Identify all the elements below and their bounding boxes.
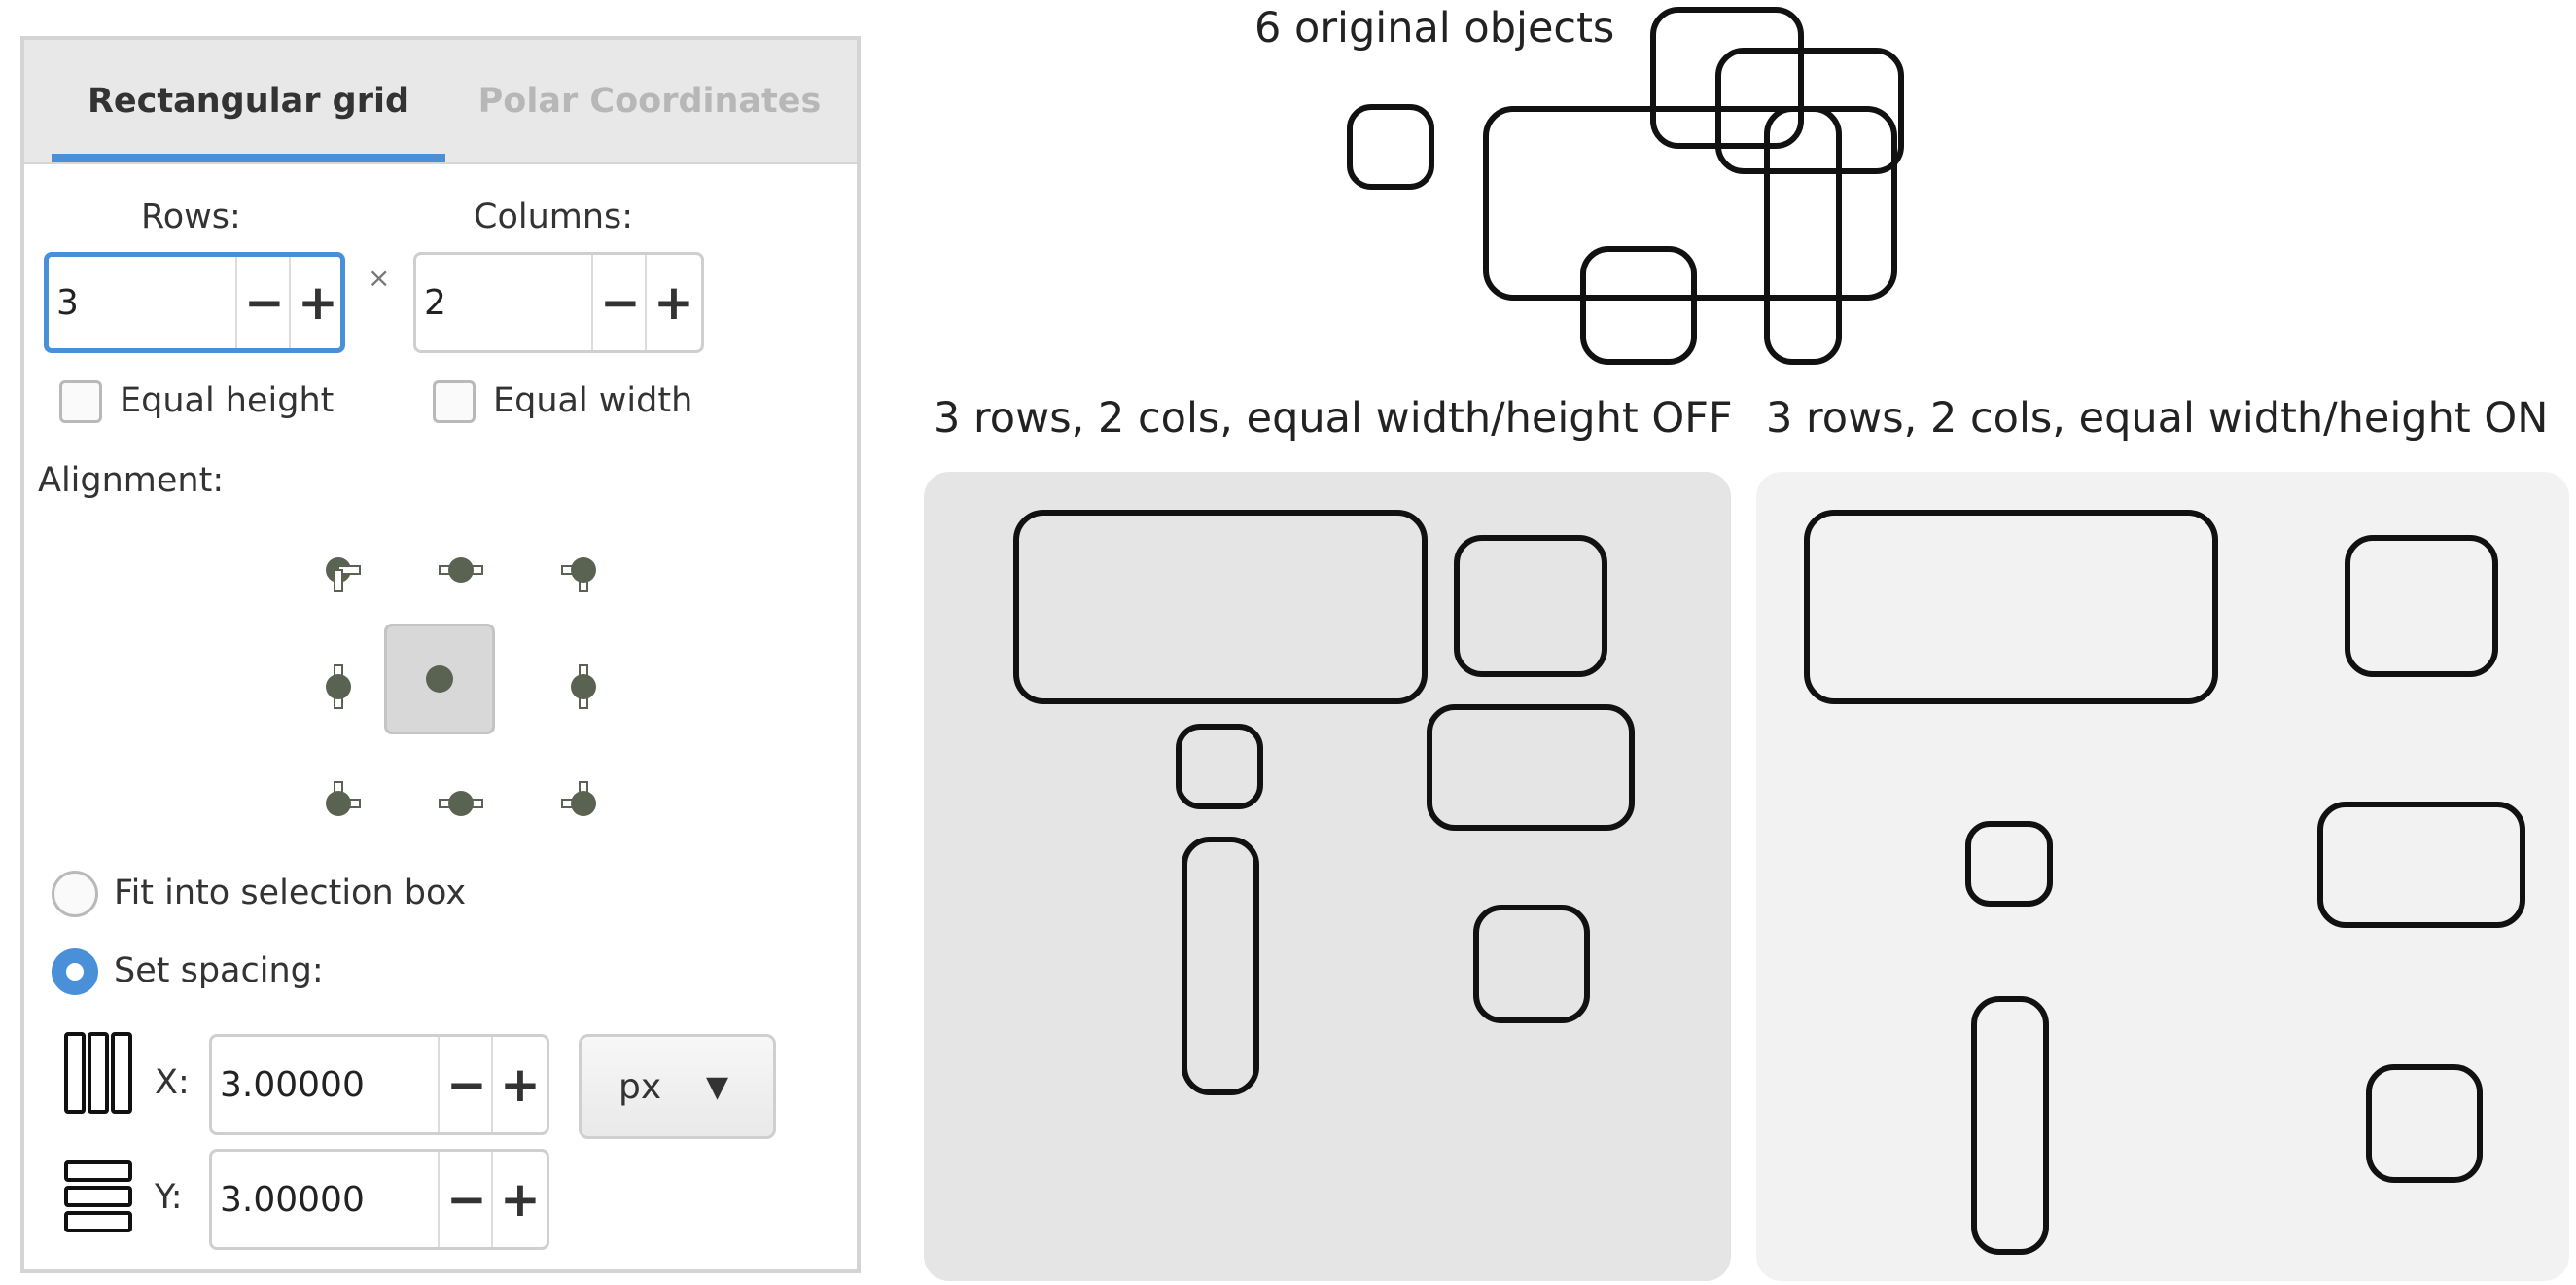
- align-middle-right-button[interactable]: [528, 631, 639, 742]
- unit-dropdown[interactable]: px ▼: [579, 1034, 776, 1139]
- grid-arrange-dialog: Rectangular grid Polar Coordinates Rows:…: [20, 36, 861, 1273]
- original-shape: [1580, 246, 1697, 365]
- align-bottom-center-button[interactable]: [406, 748, 516, 859]
- rows-increment-button[interactable]: +: [289, 257, 345, 348]
- original-shape: [1650, 7, 1804, 149]
- arranged-shape: [1454, 535, 1607, 677]
- x-spacing-label: X:: [155, 1063, 190, 1102]
- unit-value: px: [618, 1066, 662, 1107]
- times-sign: ×: [368, 262, 391, 294]
- arranged-shape: [1971, 996, 2049, 1255]
- align-center-icon: [426, 665, 453, 693]
- columns-decrement-button[interactable]: −: [591, 255, 648, 350]
- tab-polar-coordinates[interactable]: Polar Coordinates: [445, 40, 854, 162]
- align-top-left-button[interactable]: [283, 515, 394, 625]
- align-bottom-center-icon: [439, 791, 483, 816]
- equal-on-caption: 3 rows, 2 cols, equal width/height ON: [1766, 394, 2549, 443]
- align-bottom-right-icon: [561, 781, 596, 816]
- equal-on-drawing: [1804, 510, 2525, 1255]
- align-bottom-right-button[interactable]: [528, 748, 639, 859]
- equal-off-canvas: [924, 472, 1731, 1281]
- align-middle-left-button[interactable]: [283, 631, 394, 742]
- alignment-label: Alignment:: [38, 461, 225, 500]
- arranged-shape: [1182, 837, 1259, 1095]
- equal-off-caption: 3 rows, 2 cols, equal width/height OFF: [934, 394, 1733, 443]
- fit-selection-label: Fit into selection box: [114, 874, 467, 912]
- tab-rectangular-grid[interactable]: Rectangular grid: [52, 40, 445, 162]
- set-spacing-radio[interactable]: [52, 948, 98, 995]
- y-spacing-label: Y:: [155, 1178, 183, 1217]
- x-spacing-spinbox[interactable]: 3.00000 − +: [209, 1034, 549, 1135]
- rows-decrement-button[interactable]: −: [235, 257, 292, 348]
- column-spacing-icon: [64, 1032, 132, 1114]
- original-shape: [1483, 106, 1897, 301]
- columns-input[interactable]: 2: [424, 255, 446, 350]
- align-top-right-icon: [561, 557, 596, 592]
- columns-increment-button[interactable]: +: [645, 255, 701, 350]
- set-spacing-label: Set spacing:: [114, 951, 324, 990]
- align-bottom-left-button[interactable]: [283, 748, 394, 859]
- x-decrement-button[interactable]: −: [438, 1037, 494, 1132]
- equal-height-checkbox[interactable]: [59, 380, 102, 423]
- equal-width-label: Equal width: [493, 381, 693, 420]
- align-bottom-left-icon: [326, 781, 361, 816]
- fit-selection-radio[interactable]: [52, 871, 98, 917]
- y-spacing-input[interactable]: 3.00000: [220, 1152, 365, 1247]
- row-spacing-icon: [64, 1160, 132, 1232]
- arranged-shape: [1176, 724, 1263, 809]
- arranged-shape: [1013, 510, 1428, 704]
- tab-bar: Rectangular grid Polar Coordinates: [24, 40, 857, 164]
- original-objects-drawing: [1347, 7, 1904, 365]
- arranged-shape: [1473, 905, 1590, 1023]
- rows-spinbox[interactable]: 3 − +: [44, 252, 345, 353]
- align-top-left-icon: [326, 557, 361, 592]
- columns-label: Columns:: [474, 197, 634, 236]
- original-shape: [1347, 104, 1434, 190]
- rows-label: Rows:: [141, 197, 241, 236]
- x-increment-button[interactable]: +: [491, 1037, 547, 1132]
- align-top-center-icon: [439, 557, 483, 583]
- dropdown-arrow-icon: ▼: [706, 1069, 729, 1104]
- y-increment-button[interactable]: +: [491, 1152, 547, 1247]
- align-top-right-button[interactable]: [528, 515, 639, 625]
- rows-input[interactable]: 3: [56, 257, 79, 348]
- equal-height-label: Equal height: [120, 381, 335, 420]
- x-spacing-input[interactable]: 3.00000: [220, 1037, 365, 1132]
- align-middle-right-icon: [571, 664, 596, 709]
- active-tab-indicator: [52, 154, 445, 162]
- arranged-shape: [1804, 510, 2218, 704]
- arranged-shape: [2366, 1064, 2483, 1183]
- equal-width-checkbox[interactable]: [433, 380, 476, 423]
- arranged-shape: [1965, 821, 2053, 907]
- equal-on-canvas: [1756, 472, 2569, 1281]
- align-middle-left-icon: [326, 664, 351, 709]
- columns-spinbox[interactable]: 2 − +: [413, 252, 704, 353]
- arranged-shape: [2345, 535, 2498, 677]
- align-top-center-button[interactable]: [406, 515, 516, 625]
- align-center-button[interactable]: [384, 624, 495, 734]
- equal-off-drawing: [1013, 510, 1635, 1095]
- arranged-shape: [2317, 802, 2525, 928]
- arranged-shape: [1427, 704, 1635, 831]
- y-spacing-spinbox[interactable]: 3.00000 − +: [209, 1149, 549, 1250]
- y-decrement-button[interactable]: −: [438, 1152, 494, 1247]
